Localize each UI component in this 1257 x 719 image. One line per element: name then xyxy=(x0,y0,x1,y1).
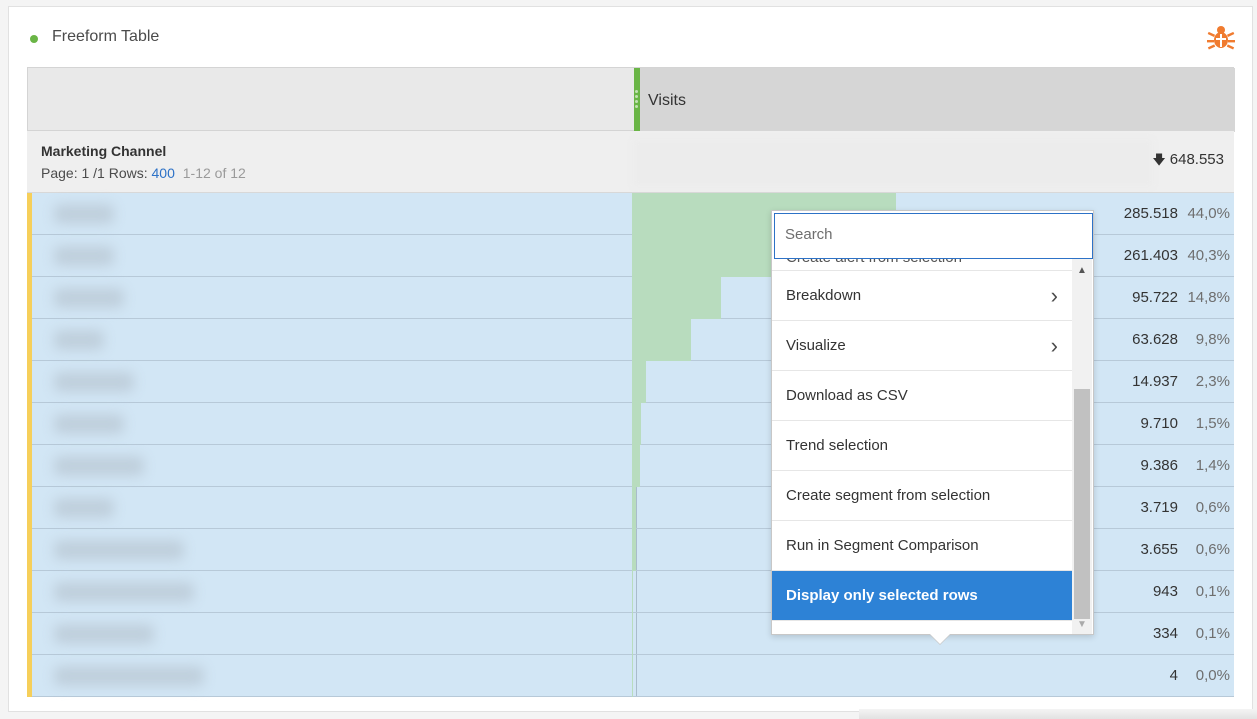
cell-percent: 0,1% xyxy=(1195,625,1230,642)
bug-icon[interactable] xyxy=(1206,24,1236,52)
dimension-item-blurred xyxy=(54,498,114,518)
value-bar xyxy=(632,655,633,697)
dimension-header-row: Marketing Channel Page: 1 /1 Rows: 400 1… xyxy=(27,131,1234,193)
menu-item[interactable]: Visualize › xyxy=(772,321,1072,371)
menu-item-label: Run in Segment Comparison xyxy=(786,537,979,554)
menu-list: Create alert from selectionBreakdown›Vis… xyxy=(772,259,1072,634)
dimension-item-blurred xyxy=(54,288,124,308)
cell-percent: 40,3% xyxy=(1187,247,1230,264)
pagination-info: Page: 1 /1 Rows: 400 1-12 of 12 xyxy=(41,165,246,181)
cell-value: 9.710 xyxy=(1140,415,1178,432)
panel-title[interactable]: Freeform Table xyxy=(52,28,159,46)
menu-item[interactable]: Trend selection xyxy=(772,421,1072,471)
cell-value: 261.403 xyxy=(1123,247,1178,264)
scroll-thumb[interactable] xyxy=(1074,389,1090,619)
value-bar xyxy=(632,487,636,529)
metric-label[interactable]: Visits xyxy=(648,92,686,110)
menu-item[interactable]: Breakdown › xyxy=(772,271,1072,321)
menu-item-label: Create segment from selection xyxy=(786,487,991,504)
cell-value: 63.628 xyxy=(1132,331,1178,348)
menu-pointer xyxy=(930,634,950,644)
row-range-label: 1-12 of 12 xyxy=(182,165,246,181)
cell-value: 3.655 xyxy=(1140,541,1178,558)
menu-item[interactable]: Create segment from selection xyxy=(772,471,1072,521)
menu-item[interactable]: Download as CSV xyxy=(772,371,1072,421)
dimension-item-blurred xyxy=(54,456,144,476)
cell-value: 95.722 xyxy=(1132,289,1178,306)
dimension-item-blurred xyxy=(54,624,154,644)
panel-edge-shadow xyxy=(859,709,1257,719)
menu-search-input[interactable] xyxy=(785,226,1075,243)
dimension-name[interactable]: Marketing Channel xyxy=(41,143,166,159)
menu-item-label: Create alert from selection xyxy=(786,259,962,266)
cell-percent: 2,3% xyxy=(1195,373,1230,390)
menu-search-box[interactable] xyxy=(774,213,1093,259)
value-bar xyxy=(632,403,641,445)
menu-item[interactable]: Run in Segment Comparison xyxy=(772,521,1072,571)
value-bar xyxy=(632,277,721,319)
menu-item-label: Breakdown xyxy=(786,287,862,304)
dimension-item-blurred xyxy=(54,540,184,560)
dimension-item-blurred xyxy=(54,414,124,434)
cell-percent: 9,8% xyxy=(1195,331,1230,348)
status-dot xyxy=(30,35,38,43)
page-label: Page: 1 /1 Rows: xyxy=(41,165,148,181)
menu-item-label: Visualize xyxy=(786,337,846,354)
dimension-item-blurred xyxy=(54,582,194,602)
value-bar xyxy=(632,445,641,487)
chevron-right-icon: › xyxy=(1050,283,1058,308)
value-bar xyxy=(632,529,636,571)
cell-value: 943 xyxy=(1152,583,1178,600)
cell-percent: 1,5% xyxy=(1195,415,1230,432)
menu-item-label: Download as CSV xyxy=(786,387,908,404)
dimension-item-blurred xyxy=(54,204,114,224)
cell-value: 3.719 xyxy=(1140,499,1178,516)
cell-value: 4 xyxy=(1169,667,1178,684)
chevron-right-icon: › xyxy=(1050,333,1058,358)
sort-down-arrow-icon[interactable]: 🡇 xyxy=(1152,152,1165,167)
value-bar xyxy=(632,613,633,655)
dimension-item-blurred xyxy=(54,330,104,350)
metric-header-row: Visits xyxy=(27,67,1235,132)
cell-percent: 0,1% xyxy=(1195,583,1230,600)
cell-percent: 0,6% xyxy=(1195,541,1230,558)
rows-per-page-selector[interactable]: 400 xyxy=(152,165,175,181)
cell-percent: 44,0% xyxy=(1187,205,1230,222)
dimension-item-blurred xyxy=(54,372,134,392)
total-sparkline-blurred xyxy=(633,139,1153,187)
menu-item-label: Display only selected rows xyxy=(786,587,978,604)
metric-column-header[interactable]: Visits xyxy=(634,68,1235,132)
cell-percent: 0,0% xyxy=(1195,667,1230,684)
menu-item[interactable]: Create alert from selection xyxy=(772,259,1072,271)
dimension-item-blurred xyxy=(54,666,204,686)
panel-header: Freeform Table xyxy=(9,7,1252,65)
cell-percent: 1,4% xyxy=(1195,457,1230,474)
cell-percent: 0,6% xyxy=(1195,499,1230,516)
metric-total[interactable]: 🡇 648.553 xyxy=(1152,151,1224,173)
dimension-item-blurred xyxy=(54,246,114,266)
scroll-up-arrow-icon[interactable]: ▲ xyxy=(1077,265,1087,276)
total-value: 648.553 xyxy=(1169,151,1224,168)
menu-item[interactable]: Display only selected rows xyxy=(772,571,1072,621)
cell-value: 9.386 xyxy=(1140,457,1178,474)
cell-value: 285.518 xyxy=(1123,205,1178,222)
value-bar xyxy=(632,361,646,403)
menu-scrollbar[interactable]: ▲ ▼ xyxy=(1072,259,1092,634)
menu-item-label: Trend selection xyxy=(786,437,888,454)
cell-value: 334 xyxy=(1152,625,1178,642)
cell-percent: 14,8% xyxy=(1187,289,1230,306)
context-menu: Create alert from selectionBreakdown›Vis… xyxy=(771,210,1094,635)
table-row[interactable]: 4 0,0% xyxy=(32,655,1234,697)
value-bar xyxy=(632,319,691,361)
value-bar xyxy=(632,571,633,613)
scroll-down-arrow-icon[interactable]: ▼ xyxy=(1077,619,1087,630)
cell-value: 14.937 xyxy=(1132,373,1178,390)
column-drag-handle[interactable] xyxy=(635,88,639,112)
